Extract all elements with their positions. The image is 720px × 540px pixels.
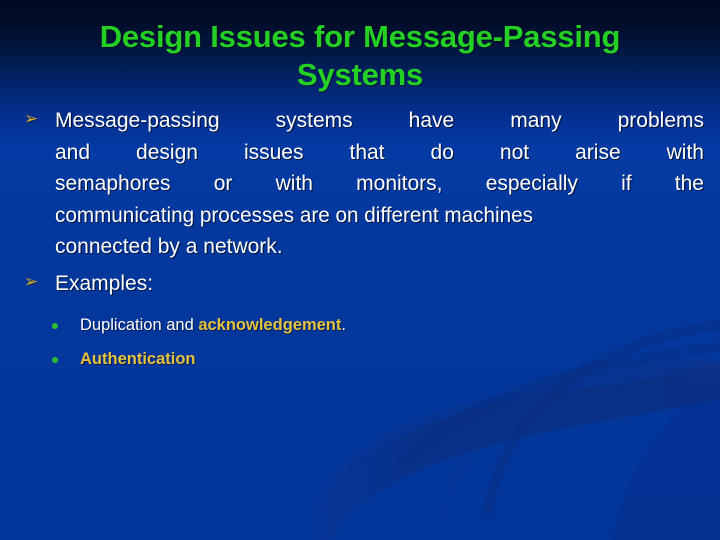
arrow-bullet-icon: ➢ [24,272,39,291]
bullet-1-line-4: communicating processes are on different… [55,203,533,227]
sub-bullet-item-2: Authentication [52,349,196,370]
bullet-item-1: ➢ Message-passing systems have many prob… [24,105,704,263]
bullet-item-2-text: Examples: [55,268,704,300]
square-dot-icon [52,323,58,329]
bullet-item-2: ➢ Examples: [24,268,704,300]
sub-bullet-1-emphasis: acknowledgement [198,316,342,334]
presentation-slide: Design Issues for Message-Passing System… [0,0,720,540]
sub-bullet-item-1-text: Duplication and acknowledgement. [80,315,346,336]
sub-bullet-item-1: Duplication and acknowledgement. [52,315,346,336]
sub-bullet-1-prefix: Duplication and [80,316,199,334]
bullet-1-line-1: Message-passing systems have many proble… [55,109,704,132]
bullet-1-line-2: and design issues that do not arise with [55,140,704,164]
bullet-item-1-text: Message-passing systems have many proble… [55,105,704,263]
bullet-1-line-5: connected by a network. [55,235,283,258]
square-dot-icon [52,357,58,363]
bullet-1-line-3: semaphores or with monitors, especially … [55,172,704,195]
bullet-2-line-1: Examples: [55,272,154,295]
slide-body: ➢ Message-passing systems have many prob… [0,0,720,540]
sub-bullet-item-2-text: Authentication [80,349,196,370]
sub-bullet-2-emphasis: Authentication [80,350,196,368]
arrow-bullet-icon: ➢ [24,109,39,128]
sub-bullet-1-suffix: . [341,316,346,334]
